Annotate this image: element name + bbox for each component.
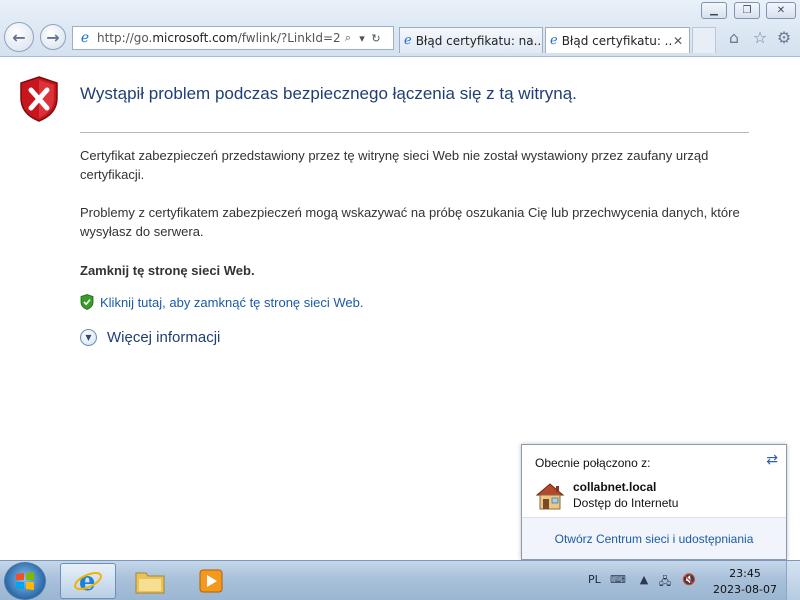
taskbar: e PL ⌨ ▲ 🖧 🔇 23:45 2023-08-07	[0, 560, 800, 600]
internet-explorer-icon: e	[74, 567, 102, 596]
close-page-link[interactable]: Kliknij tutaj, aby zamknąć tę stronę sie…	[100, 295, 364, 310]
close-heading: Zamknij tę stronę sieci Web.	[80, 263, 255, 278]
start-button[interactable]	[4, 562, 46, 600]
ie-tab-icon: ℯ	[404, 33, 412, 48]
tab-label: Błąd certyfikatu: ...	[561, 33, 673, 48]
arrow-right-icon: →	[46, 27, 60, 47]
tab-certificate-error-1[interactable]: ℯ Błąd certyfikatu: na...	[399, 27, 543, 53]
new-tab-button[interactable]	[692, 27, 716, 53]
forward-button[interactable]: →	[40, 24, 66, 50]
search-icon[interactable]: ⌕	[341, 31, 355, 45]
refresh-icon[interactable]: ↻	[369, 32, 383, 45]
connected-header: Obecnie połączono z:	[535, 456, 651, 470]
keyboard-icon[interactable]: ⌨	[610, 573, 626, 589]
maximize-button[interactable]: ❐	[734, 2, 760, 19]
folder-icon	[135, 572, 165, 594]
media-player-icon	[199, 569, 223, 593]
back-button[interactable]: ←	[4, 22, 34, 52]
gear-icon[interactable]: ⚙	[774, 28, 794, 48]
clock-time[interactable]: 23:45	[716, 567, 774, 580]
shield-check-icon	[80, 294, 94, 310]
house-icon	[535, 483, 565, 510]
close-page-row: Kliknij tutaj, aby zamknąć tę stronę sie…	[80, 294, 364, 310]
clock-date[interactable]: 2023-08-07	[713, 583, 777, 596]
arrow-left-icon: ←	[12, 27, 26, 47]
warning-paragraph: Problemy z certyfikatem zabezpieczeń mog…	[80, 205, 740, 239]
tab-certificate-error-2[interactable]: ℯ Błąd certyfikatu: ... ✕	[545, 27, 690, 53]
popup-footer: Otwórz Centrum sieci i udostępniania	[522, 517, 786, 559]
ie-tab-icon: ℯ	[550, 33, 558, 48]
divider	[80, 132, 749, 133]
more-info-row[interactable]: ▼ Więcej informacji	[80, 329, 220, 346]
address-url[interactable]: http://go.microsoft.com/fwlink/?LinkId=2…	[97, 31, 341, 45]
show-hidden-icons-icon[interactable]: ▲	[636, 573, 652, 589]
network-access: Dostęp do Internetu	[573, 496, 679, 510]
minimize-button[interactable]: ▁	[701, 2, 727, 19]
windows-logo-icon	[16, 572, 34, 590]
chevron-down-icon[interactable]: ▼	[80, 329, 97, 346]
taskbar-windows-explorer[interactable]	[122, 563, 178, 599]
star-icon[interactable]: ☆	[750, 28, 770, 48]
home-icon[interactable]: ⌂	[724, 28, 744, 48]
shield-error-icon	[20, 76, 58, 122]
close-window-button[interactable]: ✕	[766, 2, 796, 19]
taskbar-internet-explorer[interactable]: e	[60, 563, 116, 599]
page-title: Wystąpił problem podczas bezpiecznego łą…	[80, 84, 577, 103]
address-bar[interactable]: ℯ http://go.microsoft.com/fwlink/?LinkId…	[72, 26, 394, 50]
network-status-popup: Obecnie połączono z: ⇄ collabnet.local D…	[521, 444, 787, 560]
svg-text:e: e	[79, 567, 96, 596]
ie-page-icon: ℯ	[80, 30, 90, 46]
browser-toolbar: ▁ ❐ ✕ ← → ℯ http://go.microsoft.com/fwli…	[0, 0, 800, 57]
chevron-down-icon[interactable]: ▾	[355, 32, 369, 45]
show-desktop-button[interactable]	[786, 561, 800, 600]
more-info-link[interactable]: Więcej informacji	[107, 329, 220, 346]
taskbar-media-player[interactable]	[183, 563, 239, 599]
refresh-networks-icon[interactable]: ⇄	[766, 452, 778, 468]
network-icon[interactable]: 🖧	[657, 573, 673, 589]
description-paragraph: Certyfikat zabezpieczeń przedstawiony pr…	[80, 148, 709, 182]
language-indicator[interactable]: PL	[588, 573, 601, 586]
network-name: collabnet.local	[573, 480, 657, 494]
open-network-center-link[interactable]: Otwórz Centrum sieci i udostępniania	[555, 532, 754, 546]
close-tab-icon[interactable]: ✕	[673, 34, 683, 48]
tab-label: Błąd certyfikatu: na...	[415, 33, 542, 48]
volume-muted-icon[interactable]: 🔇	[681, 573, 697, 589]
